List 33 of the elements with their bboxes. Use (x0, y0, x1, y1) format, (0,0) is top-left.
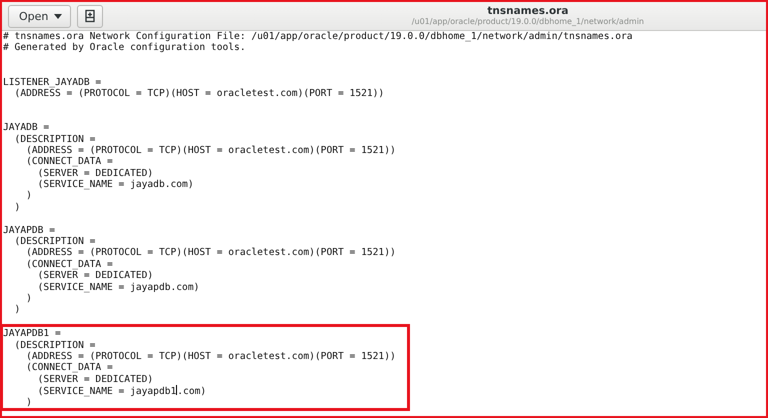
code-line: JAYAPDB = (3, 224, 55, 236)
code-line: (ADDRESS = (PROTOCOL = TCP)(HOST = oracletest.com)(PORT = 1521)) (25, 144, 396, 156)
code-line: (ADDRESS = (PROTOCOL = TCP)(HOST = oracletest.com)(PORT = 1521)) (14, 88, 384, 100)
code-line: ) (25, 292, 32, 304)
code-line: (SERVER = DEDICATED) (36, 270, 154, 282)
code-line: # Generated by Oracle configuration tools. (3, 42, 246, 54)
code-line: ) (14, 202, 20, 214)
code-line: (DESCRIPTION = (14, 134, 96, 145)
window-title: tnsnames.ora (487, 5, 568, 18)
code-line: (CONNECT_DATA = (25, 156, 113, 168)
code-line: (ADDRESS = (PROTOCOL = TCP)(HOST = oracletest.com)(PORT = 1521)) (25, 350, 396, 362)
code-line: (SERVICE_NAME = jayadb.com) (36, 179, 194, 190)
code-line: JAYADB = (3, 122, 50, 134)
code-line: (CONNECT_DATA = (25, 258, 113, 270)
code-line: (SERVICE_NAME = jayapdb.com) (36, 282, 200, 293)
code-line: (SERVER = DEDICATED) (36, 168, 154, 180)
code-line: ) (25, 396, 32, 408)
code-line: # tnsnames.ora Network Configuration File: /u01/app/oracle/product/19.0.0/dbhome_1/network/admin/tnsnames.ora (3, 31, 633, 42)
code-line: (ADDRESS = (PROTOCOL = TCP)(HOST = oracletest.com)(PORT = 1521)) (25, 247, 396, 259)
code-line: (CONNECT_DATA = (25, 362, 113, 374)
code-line: (DESCRIPTION = (14, 340, 96, 351)
caret-icon (54, 14, 62, 18)
document-icon (83, 9, 98, 23)
code-line: (DESCRIPTION = (14, 236, 96, 248)
new-document-button[interactable] (77, 4, 104, 28)
code-line: JAYAPDB1 = (3, 328, 61, 340)
code-line: LISTENER_JAYADB = (3, 76, 102, 88)
open-button[interactable]: Open (8, 4, 72, 28)
code-line: ) (14, 304, 20, 316)
code-line: ) (25, 190, 32, 202)
code-line: (SERVICE_NAME = jayapdb1.com) (36, 385, 206, 396)
window-subtitle: /u01/app/oracle/product/19.0.0/dbhome_1/network/admin (412, 17, 644, 27)
code-line: (SERVER = DEDICATED) (36, 374, 154, 386)
